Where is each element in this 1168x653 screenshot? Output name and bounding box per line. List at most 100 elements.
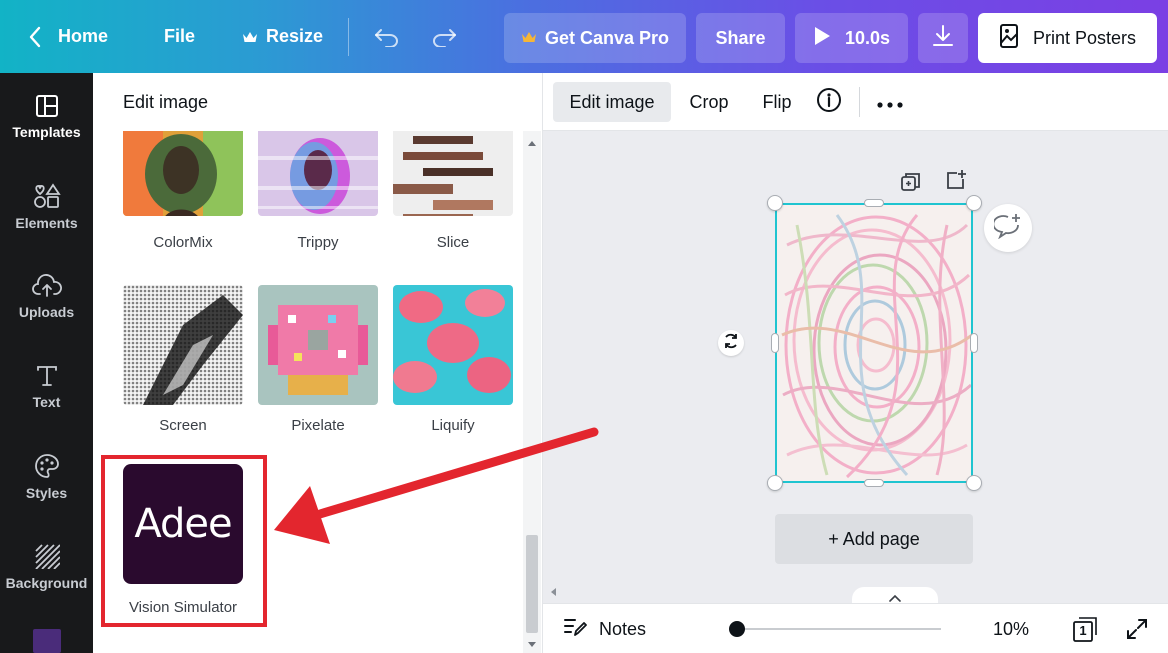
scroll-up-icon [528, 141, 536, 146]
rail-item-background[interactable]: Background [0, 532, 93, 602]
effect-tile-pixelate[interactable]: Pixelate [258, 285, 378, 434]
rail-item-styles[interactable]: Styles [0, 442, 93, 512]
crop-button[interactable]: Crop [679, 82, 739, 122]
rail-label: Styles [25, 485, 68, 501]
resize-handle[interactable] [767, 475, 783, 491]
apps-icon[interactable] [33, 629, 61, 653]
scroll-down-icon [528, 642, 536, 647]
zoom-level[interactable]: 10% [993, 604, 1029, 653]
play-icon [813, 26, 831, 51]
effect-label: Trippy [297, 234, 339, 251]
share-label: Share [715, 27, 766, 48]
effect-label: ColorMix [153, 234, 213, 251]
notes-button[interactable]: Notes [563, 604, 646, 653]
rail-label: Text [32, 394, 61, 410]
notes-icon [563, 616, 587, 643]
duplicate-page-icon[interactable] [900, 171, 922, 198]
get-canva-pro-button[interactable]: Get Canva Pro [504, 13, 686, 63]
home-label: Home [58, 26, 109, 46]
rail-item-templates[interactable]: Templates [0, 82, 93, 152]
effect-thumbnail [258, 285, 378, 405]
more-options-button[interactable] [873, 82, 907, 122]
rail-label: Elements [15, 215, 78, 231]
layout-icon [35, 94, 59, 118]
annotation-arrow [274, 427, 599, 544]
info-button[interactable] [813, 82, 845, 122]
resize-handle[interactable] [970, 333, 978, 353]
effect-tile-slice[interactable]: Slice [393, 131, 513, 251]
hatch-icon [34, 543, 60, 569]
rail-label: Uploads [18, 304, 75, 320]
scrollbar-thumb[interactable] [526, 535, 538, 633]
scroll-left-icon [551, 588, 556, 596]
undo-button[interactable] [374, 0, 400, 73]
effect-tile-liquify[interactable]: Liquify [393, 285, 513, 434]
panel-scrollbar[interactable] [523, 131, 541, 653]
effect-tile-trippy[interactable]: Trippy [258, 131, 378, 251]
rotate-icon [722, 332, 740, 355]
download-button[interactable] [918, 13, 968, 63]
present-button[interactable]: 10.0s [795, 13, 908, 63]
zoom-slider-knob[interactable] [729, 621, 745, 637]
crown-icon [242, 30, 258, 44]
cloud-upload-icon [31, 274, 62, 298]
resize-handle[interactable] [771, 333, 779, 353]
resize-handle[interactable] [966, 195, 982, 211]
resize-handle[interactable] [864, 479, 884, 487]
file-label: File [164, 26, 196, 46]
context-toolbar: Edit image Crop Flip [543, 73, 1168, 131]
fullscreen-button[interactable] [1125, 617, 1149, 646]
get-pro-label: Get Canva Pro [544, 27, 670, 48]
print-posters-button[interactable]: Print Posters [978, 13, 1157, 63]
rail-item-uploads[interactable]: Uploads [0, 262, 93, 332]
redo-icon [431, 27, 457, 47]
design-page[interactable] [775, 203, 973, 483]
effect-label: Screen [159, 417, 207, 434]
resize-handle[interactable] [864, 199, 884, 207]
resize-handle[interactable] [966, 475, 982, 491]
effect-tile-screen[interactable]: Screen [123, 285, 243, 434]
shapes-icon [33, 183, 61, 209]
add-page-icon[interactable] [945, 169, 967, 196]
effect-thumbnail [393, 131, 513, 216]
design-canvas: + Add page [543, 131, 1168, 610]
effect-tile-colormix[interactable]: ColorMix [123, 131, 243, 251]
home-button[interactable]: Home [28, 0, 108, 73]
toolbar-divider [348, 18, 349, 56]
effect-thumbnail [123, 131, 243, 216]
more-horizontal-icon [877, 92, 903, 113]
rail-label: Templates [12, 124, 81, 140]
info-icon [816, 87, 842, 118]
rotate-handle[interactable] [718, 330, 744, 356]
panel-title: Edit image [123, 92, 209, 112]
edit-image-button[interactable]: Edit image [553, 82, 671, 122]
redo-button[interactable] [431, 0, 457, 73]
duration-label: 10.0s [844, 27, 891, 48]
add-page-button[interactable]: + Add page [775, 514, 973, 564]
undo-icon [374, 27, 400, 47]
yarn-image [777, 205, 971, 481]
flip-label: Flip [762, 91, 792, 112]
add-comment-button[interactable] [984, 204, 1032, 252]
page-count: 1 [1079, 623, 1087, 638]
print-icon [999, 23, 1019, 54]
rail-item-text[interactable]: Text [0, 352, 93, 422]
share-button[interactable]: Share [696, 13, 785, 63]
page-count-button[interactable]: 1 [1071, 615, 1099, 643]
text-icon [35, 364, 59, 388]
add-page-label: + Add page [828, 528, 920, 549]
resize-button[interactable]: Resize [242, 0, 323, 73]
zoom-slider-track[interactable] [729, 621, 941, 637]
print-label: Print Posters [1032, 27, 1137, 48]
toolbar-divider [859, 87, 860, 117]
resize-handle[interactable] [767, 195, 783, 211]
effect-thumbnail [258, 131, 378, 216]
rail-item-elements[interactable]: Elements [0, 172, 93, 242]
file-menu-button[interactable]: File [164, 0, 195, 73]
chevron-left-icon [28, 26, 42, 48]
rail-label: Background [5, 575, 88, 591]
comment-plus-icon [992, 213, 1022, 244]
left-rail: Templates Elements Uploads Text Styles B… [0, 73, 93, 653]
flip-button[interactable]: Flip [749, 82, 805, 122]
effect-label: Slice [436, 234, 470, 251]
